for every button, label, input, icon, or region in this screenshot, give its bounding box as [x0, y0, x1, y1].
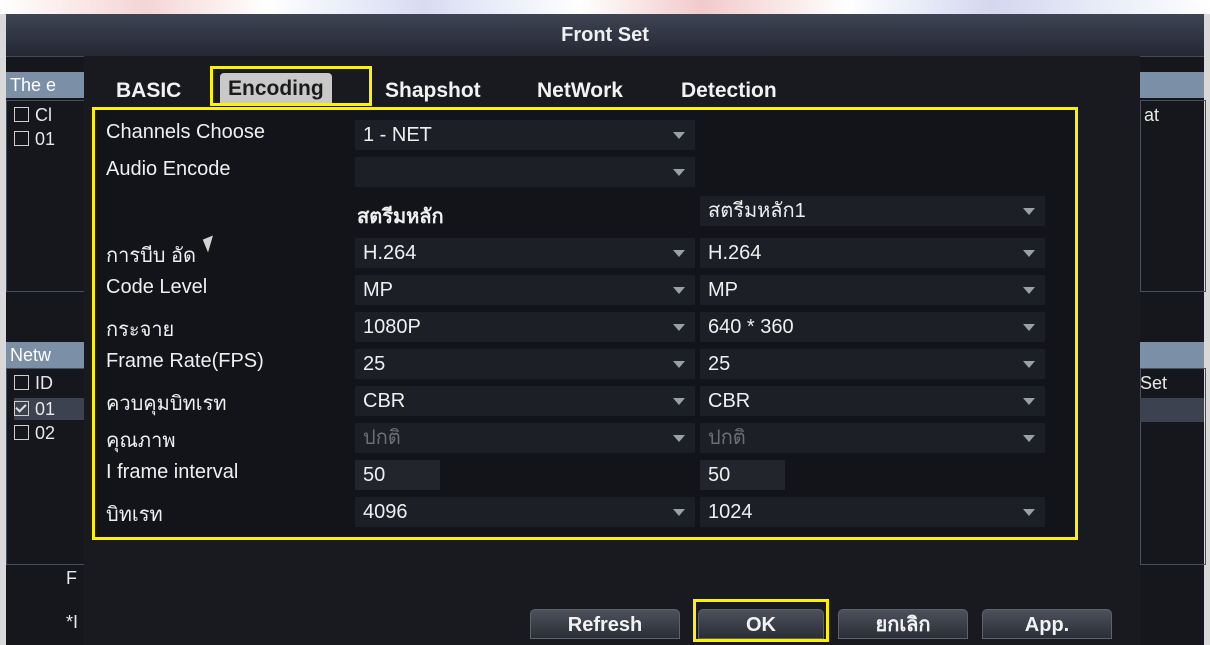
background-network-strip: Netw [6, 342, 88, 368]
row-label: Code Level [106, 276, 208, 298]
chevron-down-icon [673, 250, 685, 257]
field-value: CBR [363, 390, 406, 412]
main-stream-field[interactable]: 1080P [355, 312, 695, 342]
window-title: Front Set [6, 14, 1204, 57]
field-value: H.264 [363, 242, 417, 264]
field-value: 25 [708, 353, 731, 375]
background-footer-note: *I [66, 612, 79, 632]
chevron-down-icon [673, 169, 685, 176]
tab-detection[interactable]: Detection [681, 76, 777, 106]
chevron-down-icon [1023, 509, 1035, 516]
checkbox[interactable] [14, 375, 29, 390]
checkbox-checked[interactable] [14, 401, 29, 416]
chevron-down-icon [673, 287, 685, 294]
background-header-strip-right [1140, 72, 1204, 98]
background-row[interactable]: Cl [14, 104, 52, 126]
field-value: CBR [708, 390, 751, 412]
refresh-button[interactable]: Refresh [530, 609, 680, 639]
field-value: 1024 [708, 501, 753, 523]
field-value: H.264 [708, 242, 762, 264]
apply-button[interactable]: App. [982, 609, 1112, 639]
chevron-down-icon [673, 361, 685, 368]
main-stream-field[interactable]: H.264 [355, 238, 695, 268]
chevron-down-icon [673, 132, 685, 139]
sub-stream-field[interactable]: 25 [700, 349, 1045, 379]
checkbox[interactable] [14, 107, 29, 122]
background-row[interactable]: ID [14, 372, 53, 394]
sub-stream-field[interactable]: H.264 [700, 238, 1045, 268]
field-value: 25 [363, 353, 386, 375]
row-label: กระจาย [106, 319, 175, 341]
channels-choose-label: Channels Choose [106, 121, 265, 143]
row-label: คุณภาพ [106, 430, 176, 452]
field-value: MP [363, 279, 393, 301]
chevron-down-icon [1023, 287, 1035, 294]
background-header-strip: The e [6, 72, 88, 98]
field-value: 1080P [363, 316, 421, 338]
field-value: ปกติ [363, 427, 401, 449]
background-network-text: Netw [10, 345, 52, 365]
sub-stream-select[interactable]: สตรีมหลัก1 [700, 196, 1045, 226]
chevron-down-icon [673, 398, 685, 405]
channels-choose-value: 1 - NET [363, 124, 432, 146]
chevron-down-icon [673, 509, 685, 516]
tab-snapshot[interactable]: Shapshot [385, 76, 481, 106]
main-stream-field[interactable]: 25 [355, 349, 695, 379]
chevron-down-icon [1023, 361, 1035, 368]
sub-stream-field[interactable]: 1024 [700, 497, 1045, 527]
main-stream-field[interactable]: ปกติ [355, 423, 695, 453]
main-stream-field[interactable]: 4096 [355, 497, 695, 527]
sub-stream-header: สตรีมหลัก1 [708, 200, 806, 222]
field-value: ปกติ [708, 427, 746, 449]
checkbox[interactable] [14, 425, 29, 440]
field-value: 4096 [363, 501, 408, 523]
row-label: ควบคุมบิทเรท [106, 393, 227, 415]
main-stream-header: สตรีมหลัก [357, 206, 444, 228]
background-row[interactable]: 01 [14, 128, 55, 150]
chevron-down-icon [673, 435, 685, 442]
tab-network[interactable]: NetWork [537, 76, 623, 106]
sub-stream-field[interactable]: 50 [700, 460, 785, 490]
sub-stream-field[interactable]: ปกติ [700, 423, 1045, 453]
chevron-down-icon [1023, 398, 1035, 405]
background-column-header-2: Set [1140, 373, 1168, 393]
background-footer-label: F [66, 568, 77, 588]
tab-basic[interactable]: BASIC [116, 76, 181, 106]
audio-encode-label: Audio Encode [106, 158, 231, 180]
row-label: I frame interval [106, 461, 239, 483]
background-network-strip-right [1140, 342, 1204, 368]
audio-encode-select[interactable] [355, 157, 695, 187]
background-panel-top-right [1140, 100, 1206, 292]
chevron-down-icon [1023, 208, 1035, 215]
background-row-selected-right [1140, 398, 1204, 422]
field-value: 640 * 360 [708, 316, 794, 338]
checkbox[interactable] [14, 131, 29, 146]
main-stream-field[interactable]: MP [355, 275, 695, 305]
main-stream-field[interactable]: CBR [355, 386, 695, 416]
ok-button-highlight [693, 599, 829, 642]
field-value: MP [708, 279, 738, 301]
sub-stream-field[interactable]: MP [700, 275, 1045, 305]
background-header-text: The e [10, 75, 57, 95]
sub-stream-field[interactable]: CBR [700, 386, 1045, 416]
background-row[interactable]: 02 [14, 422, 55, 444]
background-row-selected[interactable]: 01 [14, 398, 84, 420]
chevron-down-icon [1023, 435, 1035, 442]
sub-stream-field[interactable]: 640 * 360 [700, 312, 1045, 342]
background-column-header: at [1144, 105, 1160, 125]
chevron-down-icon [673, 324, 685, 331]
row-label: บิทเรท [106, 504, 163, 526]
chevron-down-icon [1023, 324, 1035, 331]
field-value: 50 [708, 464, 731, 486]
top-decoration [0, 0, 1210, 14]
row-label: การบีบ อัด [106, 245, 197, 267]
main-stream-field[interactable]: 50 [355, 460, 440, 490]
cancel-button[interactable]: ยกเลิก [838, 609, 968, 639]
row-label: Frame Rate(FPS) [106, 350, 264, 372]
field-value: 50 [363, 464, 386, 486]
channels-choose-select[interactable]: 1 - NET [355, 120, 695, 150]
chevron-down-icon [1023, 250, 1035, 257]
encoding-tab-highlight [210, 66, 372, 106]
